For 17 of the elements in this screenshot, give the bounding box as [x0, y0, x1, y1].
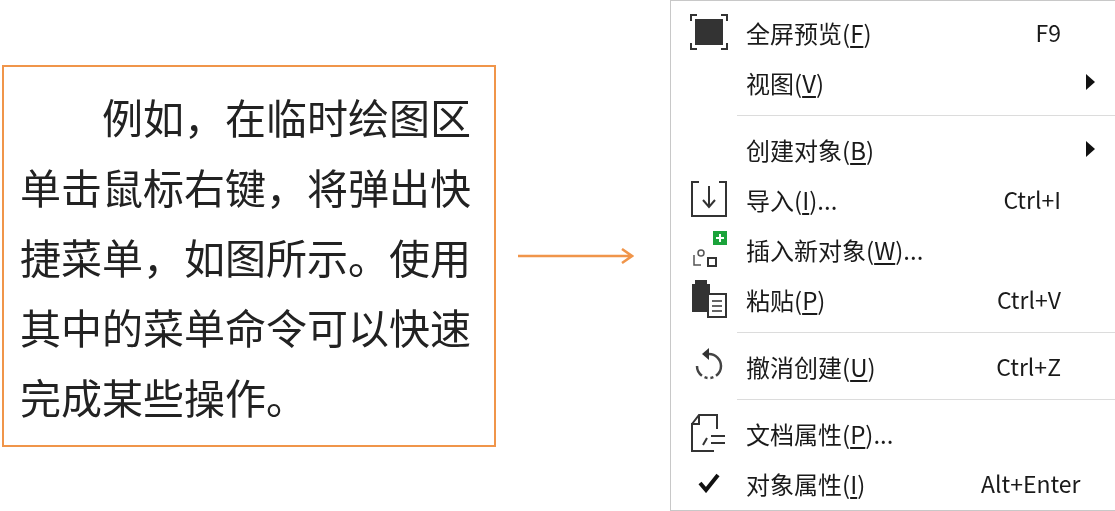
submenu-arrow-icon [1086, 141, 1095, 157]
menu-item[interactable]: 插入新对象(W)... [671, 224, 1115, 274]
paste-icon [690, 280, 727, 318]
document-properties-icon [690, 414, 727, 452]
menu-item[interactable]: 对象属性(I) Alt+Enter [671, 458, 1115, 508]
menu-item[interactable]: 导入(I)... Ctrl+I [671, 174, 1115, 224]
menu-item[interactable]: 创建对象(B) [671, 124, 1115, 174]
menu-item[interactable]: 视图(V) [671, 57, 1115, 107]
menu-item[interactable]: 全屏预览(F) F9 [671, 7, 1115, 57]
menu-item[interactable]: 文档属性(P)... [671, 408, 1115, 458]
note-text: 例如，在临时绘图区单击鼠标右键，将弹出快捷菜单，如图所示。使用其中的菜单命令可以快速完成某些操作。 [20, 84, 472, 428]
menu-item[interactable]: 撤消创建(U) Ctrl+Z [671, 341, 1115, 391]
menu-item[interactable]: 粘贴(P) Ctrl+V [671, 274, 1115, 324]
fullscreen-icon [689, 14, 728, 50]
import-icon [690, 181, 727, 217]
submenu-arrow-icon [1086, 74, 1095, 90]
insert-object-icon [690, 231, 727, 267]
